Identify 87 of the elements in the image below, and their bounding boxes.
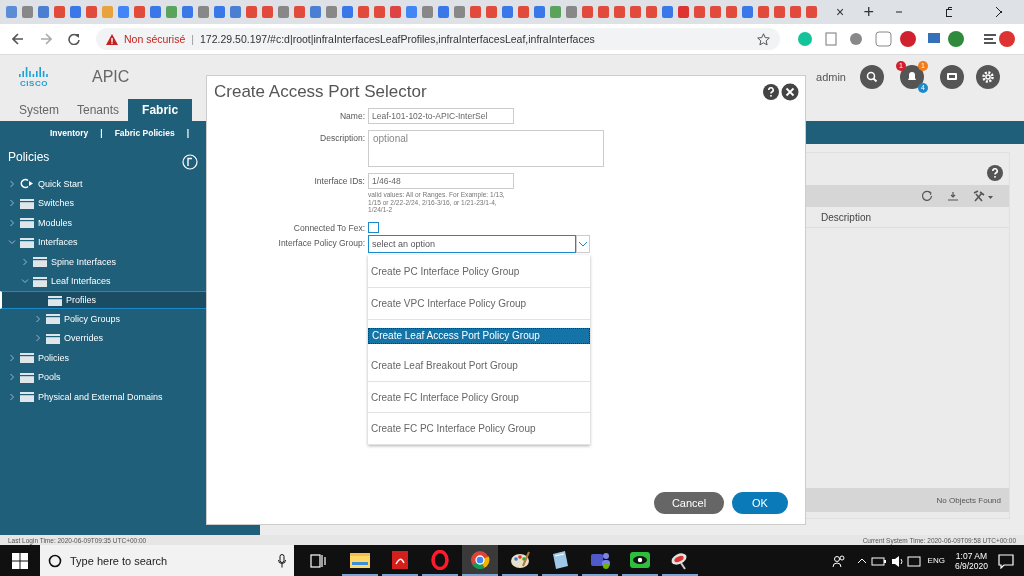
download-icon[interactable] [947, 190, 959, 202]
star-icon[interactable] [757, 32, 770, 46]
field-label: Interface Policy Group: [277, 236, 366, 248]
search-icon[interactable] [860, 65, 884, 89]
dropdown-option[interactable]: Create Leaf Access Port Policy Group [368, 327, 590, 344]
notifications-icon[interactable] [998, 552, 1014, 569]
field-label: Name: [338, 110, 366, 121]
folder-icon [20, 371, 34, 383]
tools-icon[interactable] [973, 190, 995, 202]
reload-icon[interactable] [68, 33, 80, 45]
tree-item[interactable]: Interfaces [0, 232, 206, 252]
dropdown-chevron-icon[interactable] [576, 234, 590, 253]
tray-icons-drawing[interactable] [855, 553, 922, 568]
subnav-separator: | [100, 127, 103, 138]
tab-close-button[interactable]: × [836, 4, 846, 20]
tree-item[interactable]: Policy Groups [0, 309, 206, 329]
new-tab-button[interactable]: + [863, 1, 875, 23]
tree-item[interactable]: Modules [0, 213, 206, 233]
quick-start-icon [20, 178, 34, 190]
nav-tab[interactable]: Fabric [128, 99, 193, 121]
tree-item[interactable]: Pools [0, 367, 206, 387]
folder-icon [20, 352, 34, 364]
description-field[interactable]: optional [368, 130, 604, 167]
user-name[interactable]: admin [816, 71, 846, 83]
ok-button[interactable]: OK [732, 492, 788, 514]
browser-icon[interactable] [462, 545, 498, 576]
field-label: Connected To Fex: [292, 221, 366, 233]
clock[interactable]: 1:07 AM 6/9/2020 [954, 550, 988, 571]
tree-item[interactable]: Quick Start [0, 174, 206, 194]
tree-item[interactable]: Spine Interfaces [0, 252, 206, 272]
subnav-link[interactable]: Inventory [50, 127, 89, 138]
extension-icons-drawing[interactable] [796, 30, 1016, 48]
text-field[interactable]: Leaf-101-102-to-APIC-InterSel [368, 108, 514, 124]
monitor-icon[interactable] [940, 65, 964, 89]
people-icon[interactable] [831, 553, 846, 568]
dropdown-option[interactable]: Create Leaf Breakout Port Group [368, 350, 590, 382]
dropdown-option[interactable]: Create FC Interface Policy Group [368, 381, 590, 414]
microphone-icon[interactable] [278, 553, 286, 568]
field-label: Interface IDs: [313, 175, 366, 186]
folder-icon [48, 294, 62, 306]
folder-icon [20, 391, 34, 403]
empty-message: No Objects Found [936, 495, 1001, 505]
folder-icon [33, 256, 47, 268]
refresh-icon[interactable] [921, 190, 933, 202]
dropdown-option[interactable]: Create VPC Interface Policy Group [368, 288, 590, 320]
circle-icon[interactable] [48, 553, 62, 568]
help-icon[interactable] [763, 84, 779, 100]
select-field[interactable]: select an option [368, 234, 576, 253]
nav-tab[interactable]: System [10, 99, 68, 121]
dropdown-option[interactable]: Create FC PC Interface Policy Group [368, 413, 590, 445]
taskbar-search-field[interactable]: Type here to search [40, 545, 294, 576]
subnav-link[interactable]: Fabric Policies [114, 127, 175, 138]
folder-icon [20, 197, 34, 209]
windows-start-icon[interactable] [12, 552, 28, 569]
tree-item[interactable]: Switches [0, 193, 206, 213]
cisco-logo: CISCO [14, 66, 54, 88]
minimize-icon[interactable] [896, 11, 903, 13]
help-icon[interactable] [987, 165, 1003, 181]
folder-icon [46, 313, 60, 325]
cancel-button[interactable]: Cancel [654, 492, 724, 514]
tree-item[interactable]: Policies [0, 348, 206, 368]
subnav-separator: | [186, 127, 190, 138]
nav-tab[interactable]: Tenants [68, 99, 129, 121]
warning-icon [106, 33, 118, 45]
text-field[interactable]: 1/46-48 [368, 173, 514, 189]
bell-icon[interactable] [900, 65, 924, 89]
sidebar-title: Policies [8, 150, 51, 164]
tree-item[interactable]: Profiles [0, 291, 208, 309]
collapse-icon[interactable] [182, 154, 198, 170]
task-view-icon[interactable] [310, 553, 326, 568]
tree-item[interactable]: Physical and External Domains [0, 387, 206, 407]
tree-item[interactable]: Leaf Interfaces [0, 271, 206, 291]
folder-icon [33, 275, 47, 287]
app-title: APIC [92, 68, 130, 86]
settings-icon[interactable] [976, 65, 1000, 89]
address-bar[interactable]: Non sécurisé | 172.29.50.197/#c:d|root|infraInterfacesLeafProfiles,infraInterfacesLeaf,infraInterfaces [96, 28, 780, 50]
field-label: Description: [319, 132, 366, 143]
folder-icon [20, 217, 34, 229]
column-header[interactable]: Description [821, 211, 872, 223]
dialog-title: Create Access Port Selector [214, 82, 427, 102]
tree-item[interactable]: Overrides [0, 328, 206, 348]
back-icon[interactable] [12, 33, 24, 45]
checkbox[interactable] [368, 221, 379, 233]
folder-icon [46, 332, 60, 344]
folder-icon [20, 236, 34, 248]
language-indicator[interactable]: ENG [927, 556, 945, 565]
dropdown-option[interactable]: Create PC Interface Policy Group [368, 256, 590, 289]
